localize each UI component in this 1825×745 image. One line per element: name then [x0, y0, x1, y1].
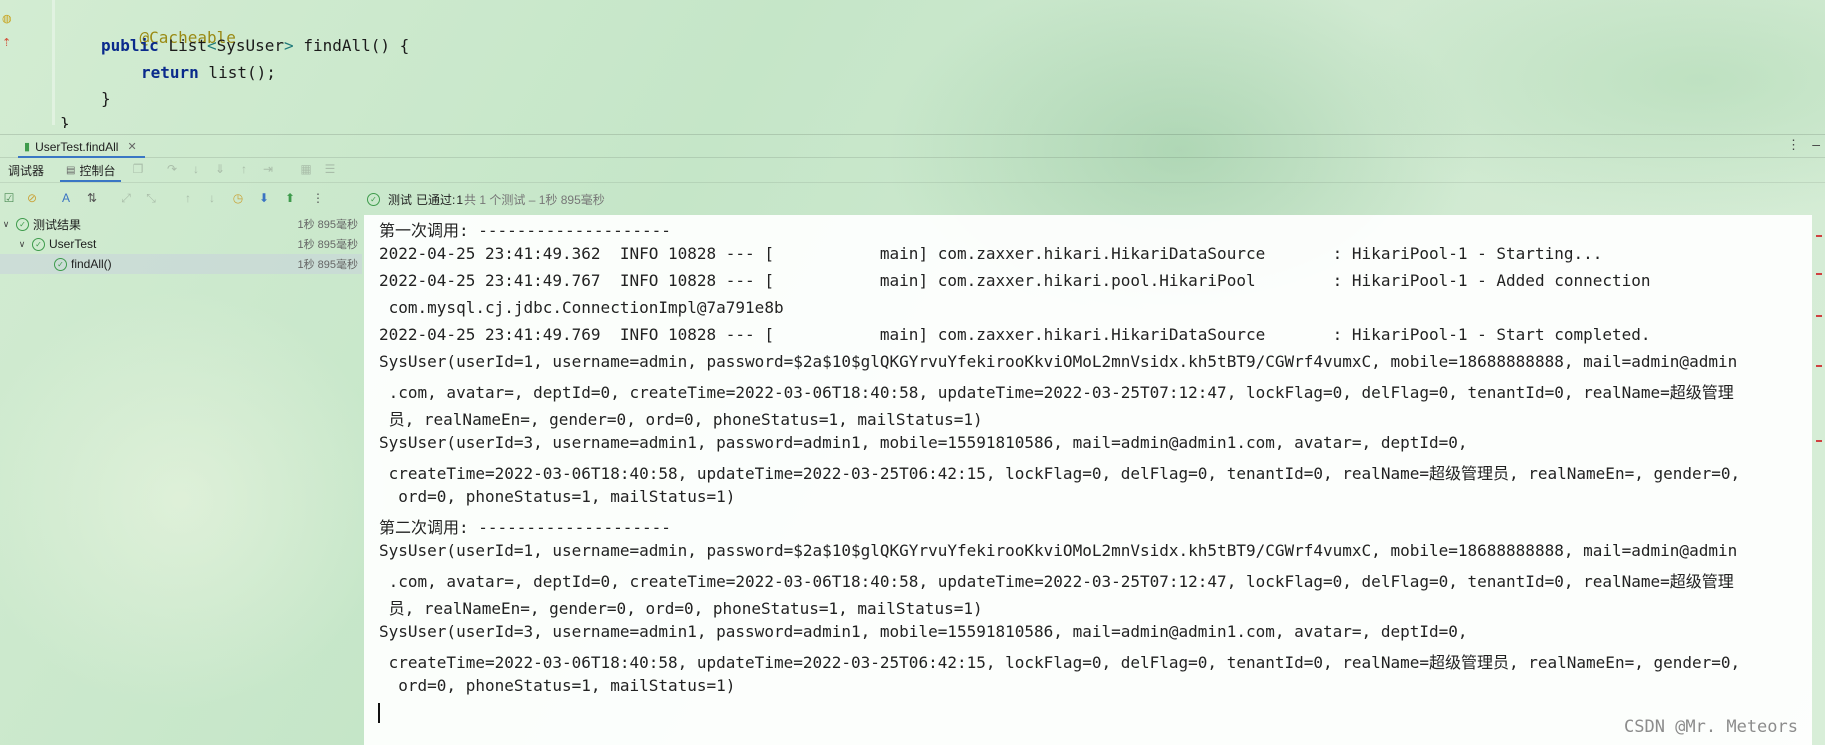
chevron-down-icon[interactable]: ∨: [0, 219, 12, 230]
return-expr: list();: [198, 63, 276, 82]
status-passed-label: 已通过:: [416, 193, 456, 207]
console-line: createTime=2022-03-06T18:40:58, updateTi…: [379, 464, 1741, 483]
code-line-return: return list();: [141, 63, 276, 82]
run-tab[interactable]: ▮ UserTest.findAll ✕: [18, 137, 145, 158]
check-circle-icon: ✓: [16, 217, 29, 231]
console-line: 2022-04-25 23:41:49.362 INFO 10828 --- […: [379, 244, 1603, 263]
console-line: SysUser(userId=1, username=admin, passwo…: [379, 352, 1738, 371]
check-circle-icon: ✓: [367, 193, 380, 206]
type-sysuser: SysUser: [216, 36, 285, 55]
console-line: SysUser(userId=1, username=admin, passwo…: [379, 541, 1738, 560]
step-over-icon[interactable]: ↷: [164, 161, 180, 177]
status-prefix: 测试: [388, 193, 413, 207]
console-line: 员, realNameEn=, gender=0, ord=0, phoneSt…: [379, 410, 983, 429]
type-list: List: [168, 36, 207, 55]
console-output[interactable]: 第一次调用: -------------------- 2022-04-25 2…: [364, 215, 1812, 745]
console-line: 第一次调用: --------------------: [379, 221, 671, 240]
console-line: ord=0, phoneStatus=1, mailStatus=1): [379, 676, 736, 695]
more-options-icon[interactable]: ⋮: [1787, 137, 1800, 153]
keyword-public: public: [101, 36, 159, 55]
run-to-cursor-icon[interactable]: ⇥: [260, 161, 276, 177]
show-passed-icon[interactable]: ☑: [1, 190, 17, 206]
tree-item-time: 1秒 895毫秒: [297, 239, 358, 251]
export-tests-icon[interactable]: ⬆: [282, 190, 298, 206]
test-history-icon[interactable]: ◷: [230, 190, 246, 206]
tree-item-label: UserTest: [49, 237, 97, 251]
test-results-tree[interactable]: ∨ ✓ 测试结果 1秒 895毫秒 ∨ ✓ UserTest 1秒 895毫秒 …: [0, 214, 362, 745]
error-marker[interactable]: [1816, 365, 1822, 367]
tab-debugger-label: 调试器: [8, 164, 45, 178]
keyword-return: return: [141, 63, 199, 82]
status-detail: 共 1 个测试 – 1秒 895毫秒: [464, 193, 605, 207]
step-out-icon[interactable]: ↑: [236, 161, 252, 177]
code-editor[interactable]: ◍ ⇡ @Cacheable public List<SysUser> find…: [0, 0, 1825, 135]
console-icon: ▤: [66, 165, 76, 176]
step-into-icon[interactable]: ↓: [188, 161, 204, 177]
console-line: .com, avatar=, deptId=0, createTime=2022…: [379, 383, 1734, 402]
console-line: com.mysql.cj.jdbc.ConnectionImpl@7a791e8…: [379, 298, 784, 317]
text-caret: [378, 703, 380, 723]
tree-item-class[interactable]: ∨ ✓ UserTest 1秒 895毫秒: [0, 234, 362, 254]
console-line: SysUser(userId=3, username=admin1, passw…: [379, 433, 1468, 452]
next-failed-icon[interactable]: ↓: [204, 190, 220, 206]
code-line-signature: public List<SysUser> findAll() {: [101, 36, 409, 55]
show-ignored-icon[interactable]: ⊘: [24, 190, 40, 206]
sort-alpha-icon[interactable]: A: [58, 190, 74, 206]
console-line: 第二次调用: --------------------: [379, 518, 671, 537]
bean-icon[interactable]: ◍: [2, 12, 12, 25]
check-circle-icon: ✓: [32, 237, 45, 251]
debug-subtabs: 调试器 ▤ 控制台 ❐ ↷ ↓ ⇓ ↑ ⇥ ▦ ☰: [0, 158, 1825, 183]
tree-item-time: 1秒 895毫秒: [297, 259, 358, 271]
test-status: ✓ 测试 已通过: 1 共 1 个测试 – 1秒 895毫秒: [367, 191, 605, 208]
tab-console[interactable]: ▤ 控制台: [60, 161, 122, 182]
check-circle-icon: ✓: [54, 257, 67, 271]
generic-close: >: [284, 36, 294, 55]
watermark: CSDN @Mr. Meteors: [1624, 717, 1798, 737]
run-config-icon: ▮: [24, 141, 31, 153]
tab-console-label: 控制台: [79, 164, 116, 178]
force-step-into-icon[interactable]: ⇓: [212, 161, 228, 177]
chevron-down-icon[interactable]: ∨: [16, 239, 28, 250]
restore-layout-icon[interactable]: ❐: [130, 161, 146, 177]
more-options-icon[interactable]: ⋮: [310, 190, 326, 206]
console-line: createTime=2022-03-06T18:40:58, updateTi…: [379, 653, 1741, 672]
expand-all-icon[interactable]: ⤢: [118, 190, 134, 206]
tree-item-label: 测试结果: [33, 217, 82, 232]
code-line-close-method: }: [101, 89, 111, 108]
error-marker[interactable]: [1816, 273, 1822, 275]
console-line: 2022-04-25 23:41:49.767 INFO 10828 --- […: [379, 271, 1651, 290]
collapse-all-icon[interactable]: ⤡: [143, 190, 159, 206]
tab-debugger[interactable]: 调试器: [2, 161, 50, 180]
run-tab-label: UserTest.findAll: [35, 139, 119, 154]
tree-item-label: findAll(): [71, 257, 112, 271]
threads-icon[interactable]: ☰: [322, 161, 338, 177]
tree-item-time: 1秒 895毫秒: [297, 219, 358, 231]
error-marker[interactable]: [1816, 440, 1822, 442]
error-marker[interactable]: [1816, 235, 1822, 237]
tree-item-root[interactable]: ∨ ✓ 测试结果 1秒 895毫秒: [0, 214, 362, 234]
close-icon[interactable]: ✕: [127, 140, 136, 153]
run-tool-window-tabbar: ▮ UserTest.findAll ✕ ⋮ –: [0, 134, 1825, 158]
gutter: [52, 0, 55, 125]
console-line: 2022-04-25 23:41:49.769 INFO 10828 --- […: [379, 325, 1651, 344]
minimize-icon[interactable]: –: [1812, 136, 1820, 152]
code-line-close-class: }: [60, 114, 70, 128]
tree-item-method[interactable]: ✓ findAll() 1秒 895毫秒: [0, 254, 362, 274]
import-tests-icon[interactable]: ⬇: [256, 190, 272, 206]
console-line: ord=0, phoneStatus=1, mailStatus=1): [379, 487, 736, 506]
method-name: findAll() {: [293, 36, 410, 55]
override-arrow-icon[interactable]: ⇡: [2, 36, 11, 49]
prev-failed-icon[interactable]: ↑: [180, 190, 196, 206]
console-line: SysUser(userId=3, username=admin1, passw…: [379, 622, 1468, 641]
generic-open: <: [206, 36, 217, 55]
console-line: .com, avatar=, deptId=0, createTime=2022…: [379, 572, 1734, 591]
error-marker[interactable]: [1816, 315, 1822, 317]
status-passed-count: 1: [456, 192, 464, 207]
console-right-gutter[interactable]: [1812, 215, 1825, 745]
test-toolbar: ☑ ⊘ A ⇅ ⤢ ⤡ ↑ ↓ ◷ ⬇ ⬆ ⋮: [0, 187, 1825, 211]
evaluate-icon[interactable]: ▦: [298, 161, 314, 177]
sort-duration-icon[interactable]: ⇅: [84, 190, 100, 206]
console-line: 员, realNameEn=, gender=0, ord=0, phoneSt…: [379, 599, 983, 618]
